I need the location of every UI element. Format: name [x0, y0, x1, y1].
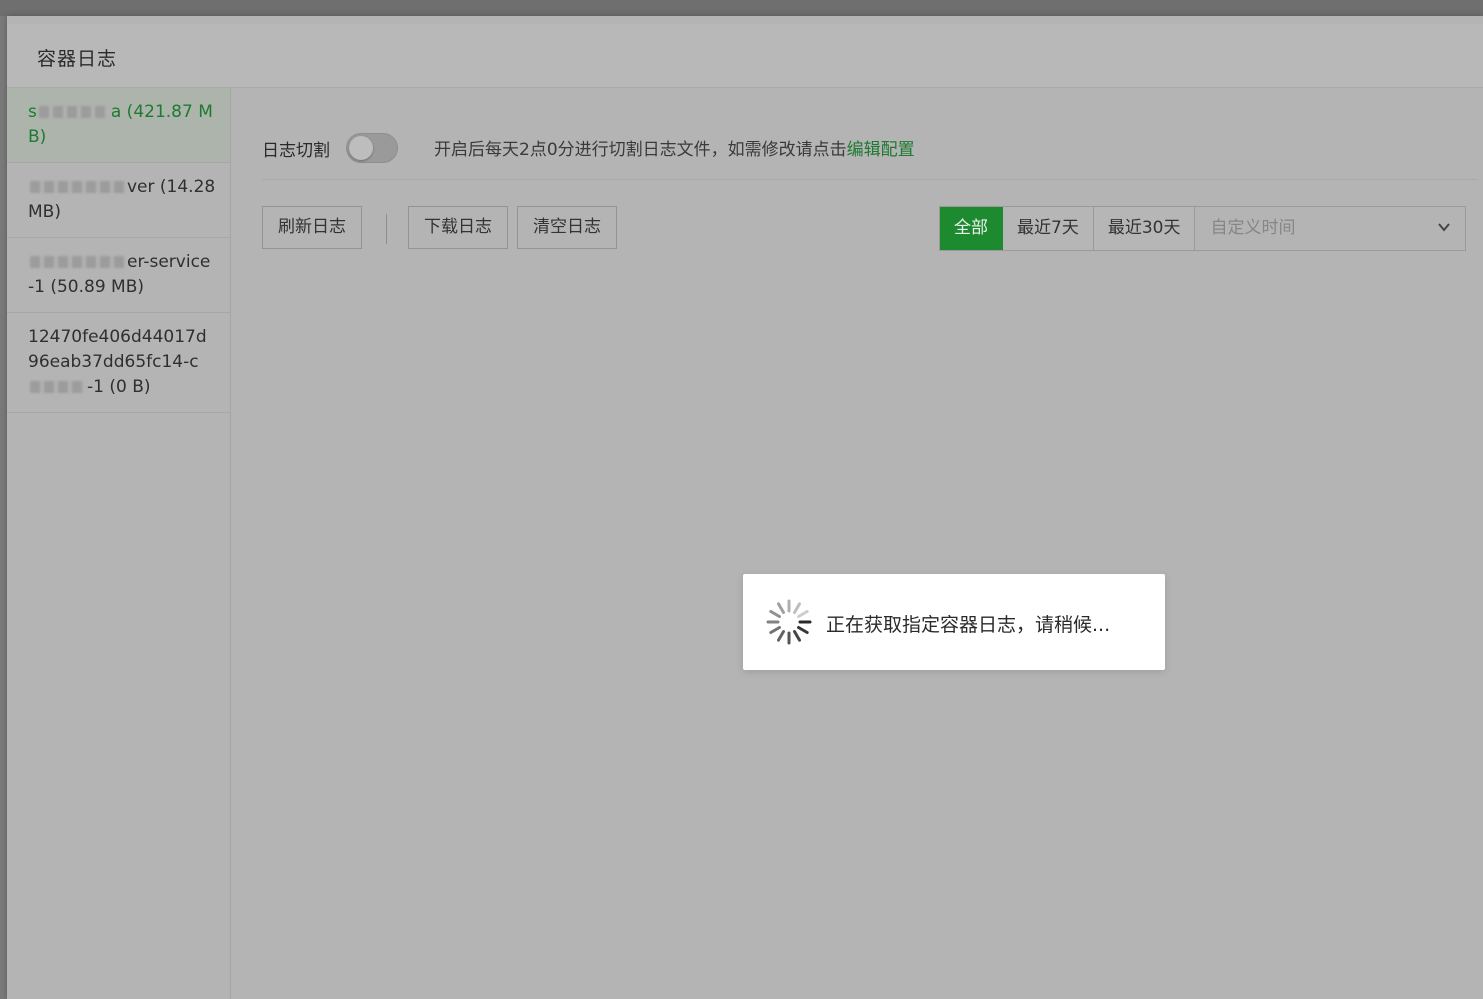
log-toolbar: 刷新日志 下载日志 清空日志 全部 最近7天 最近30天 自定义时间	[262, 206, 1477, 251]
container-item[interactable]: ver (14.28 MB)	[7, 163, 230, 238]
container-name-prefix: s	[28, 102, 37, 122]
range-last7-button[interactable]: 最近7天	[1003, 207, 1094, 250]
loading-text: 正在获取指定容器日志，请稍候...	[826, 614, 1111, 636]
redacted-text	[30, 381, 85, 393]
container-list: sa (421.87 MB) ver (14.28 MB) er-service…	[7, 88, 231, 999]
range-all-button[interactable]: 全部	[940, 207, 1003, 250]
toggle-knob	[349, 136, 373, 160]
chevron-down-icon	[1438, 223, 1451, 232]
edit-config-link[interactable]: 编辑配置	[847, 140, 915, 160]
clear-log-button[interactable]: 清空日志	[517, 206, 617, 249]
refresh-log-button[interactable]: 刷新日志	[262, 206, 362, 249]
window-top-bar	[0, 0, 1483, 16]
download-log-button[interactable]: 下载日志	[408, 206, 508, 249]
custom-time-select[interactable]: 自定义时间	[1195, 207, 1466, 250]
log-split-description-text: 开启后每天2点0分进行切割日志文件，如需修改请点击	[434, 140, 847, 160]
container-name-prefix: 12470fe406d44017d96eab37dd65fc14-c	[28, 327, 207, 372]
container-item[interactable]: sa (421.87 MB)	[7, 88, 230, 163]
loading-overlay: 正在获取指定容器日志，请稍候...	[743, 574, 1165, 670]
log-split-toggle[interactable]	[346, 133, 398, 163]
container-log-dialog: 容器日志 sa (421.87 MB) ver (14.28 MB) er-se…	[7, 16, 1483, 999]
container-item[interactable]: er-service-1 (50.89 MB)	[7, 238, 230, 313]
loading-spinner-icon	[766, 599, 812, 645]
time-range-group: 全部 最近7天 最近30天 自定义时间	[939, 206, 1467, 251]
container-item[interactable]: 12470fe406d44017d96eab37dd65fc14-c -1 (0 …	[7, 313, 230, 413]
custom-time-placeholder: 自定义时间	[1210, 218, 1296, 238]
redacted-text	[38, 106, 109, 118]
log-split-description: 开启后每天2点0分进行切割日志文件，如需修改请点击编辑配置	[434, 135, 915, 160]
log-split-label: 日志切割	[262, 141, 330, 161]
redacted-text	[30, 256, 125, 268]
log-panel: 日志切割 开启后每天2点0分进行切割日志文件，如需修改请点击编辑配置 刷新日志 …	[232, 88, 1483, 999]
redacted-text	[30, 181, 125, 193]
dialog-title: 容器日志	[37, 48, 118, 70]
range-last30-button[interactable]: 最近30天	[1093, 207, 1196, 250]
container-name-suffix: -1 (0 B)	[87, 377, 151, 397]
toolbar-divider	[386, 214, 387, 244]
log-split-row: 日志切割 开启后每天2点0分进行切割日志文件，如需修改请点击编辑配置	[262, 88, 1477, 180]
dialog-header: 容器日志	[7, 24, 1483, 88]
